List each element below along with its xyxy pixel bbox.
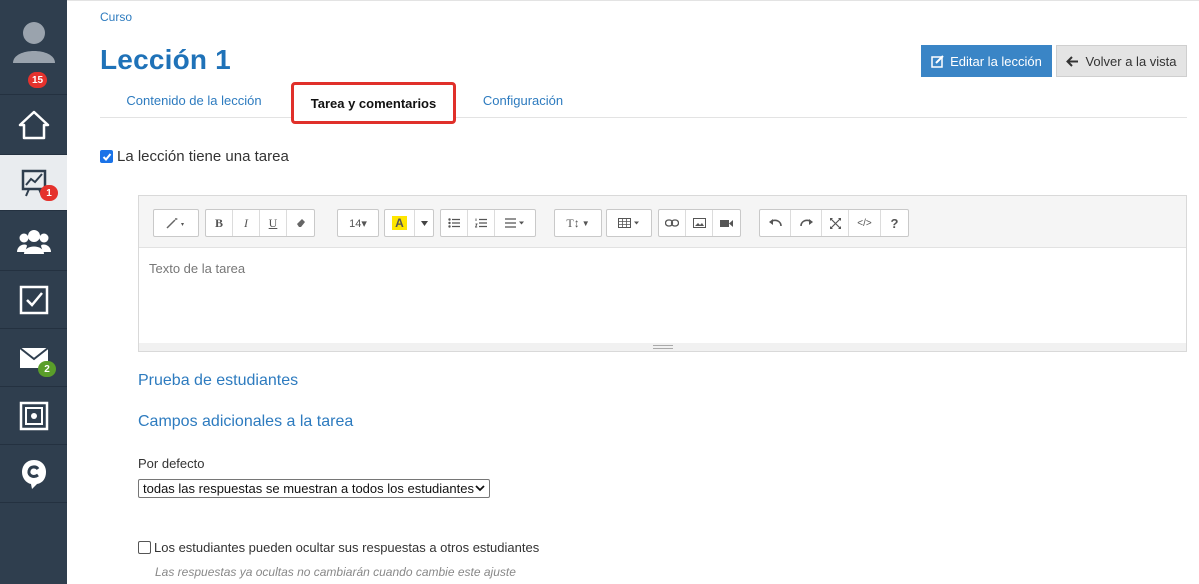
grip-icon bbox=[652, 345, 673, 349]
link-icon bbox=[665, 219, 679, 227]
sidebar-item-home[interactable] bbox=[0, 95, 67, 155]
check-icon bbox=[102, 152, 111, 161]
sidebar: 15 1 2 bbox=[0, 0, 67, 584]
back-to-view-button[interactable]: Volver a la vista bbox=[1056, 45, 1187, 77]
eraser-icon bbox=[296, 219, 305, 227]
avatar-icon bbox=[12, 22, 55, 63]
edit-lesson-button[interactable]: Editar la lección bbox=[921, 45, 1052, 77]
style-group bbox=[153, 209, 199, 237]
paragraph-group bbox=[440, 209, 536, 237]
breadcrumb[interactable]: Curso bbox=[100, 10, 132, 24]
lesson-tabs: Contenido de la lección Tarea y comentar… bbox=[100, 82, 1187, 124]
users-icon bbox=[16, 229, 51, 254]
default-visibility-select[interactable]: todas las respuestas se muestran a todos… bbox=[138, 479, 490, 498]
task-text-area[interactable]: Texto de la tarea bbox=[139, 248, 1186, 344]
chevron-down-icon bbox=[475, 485, 485, 492]
extra-fields-link[interactable]: Campos adicionales a la tarea bbox=[138, 413, 353, 431]
insert-group bbox=[658, 209, 741, 237]
edit-lesson-label: Editar la lección bbox=[950, 53, 1042, 69]
link-button[interactable] bbox=[659, 210, 686, 236]
caret-down-icon: ▼ bbox=[581, 218, 590, 228]
tab-task-comments[interactable]: Tarea y comentarios bbox=[291, 82, 456, 124]
page-title: Lección 1 bbox=[100, 44, 231, 75]
caret-down-icon bbox=[420, 220, 428, 226]
task-editor: B I U 14▾ A T↕ ▼ </> ? Texto de la tarea bbox=[138, 195, 1187, 352]
undo-button[interactable] bbox=[760, 210, 791, 236]
line-height-group: T↕ ▼ bbox=[554, 209, 602, 237]
table-dropdown[interactable] bbox=[607, 210, 651, 236]
image-icon bbox=[692, 218, 706, 228]
align-icon bbox=[505, 218, 524, 228]
tab-settings[interactable]: Configuración bbox=[473, 82, 573, 118]
sidebar-profile[interactable]: 15 bbox=[0, 0, 67, 95]
line-height-dropdown[interactable]: T↕ ▼ bbox=[555, 210, 601, 236]
magic-wand-icon bbox=[166, 218, 184, 229]
task-text-placeholder: Texto de la tarea bbox=[149, 261, 246, 276]
history-group: </> ? bbox=[759, 209, 909, 237]
eraser-button[interactable] bbox=[287, 210, 314, 236]
hide-answers-note: Las respuestas ya ocultas no cambiarán c… bbox=[155, 565, 516, 579]
default-label: Por defecto bbox=[138, 456, 205, 471]
italic-button[interactable]: I bbox=[233, 210, 260, 236]
hide-answers-row: Los estudiantes pueden ocultar sus respu… bbox=[138, 540, 539, 555]
font-size-dropdown[interactable]: 14▾ bbox=[338, 210, 378, 236]
undo-icon bbox=[768, 218, 782, 226]
code-view-button[interactable]: </> bbox=[849, 210, 881, 236]
courses-badge: 1 bbox=[40, 185, 58, 201]
line-height-label: T↕ bbox=[566, 215, 580, 230]
brand-logo-icon bbox=[21, 459, 46, 489]
ordered-list-button[interactable] bbox=[468, 210, 495, 236]
sidebar-item-courses[interactable]: 1 bbox=[0, 155, 67, 211]
format-group: B I U bbox=[205, 209, 315, 237]
has-task-checkbox[interactable] bbox=[100, 150, 113, 163]
table-group bbox=[606, 209, 652, 237]
redo-button[interactable] bbox=[791, 210, 822, 236]
sidebar-item-vault[interactable] bbox=[0, 387, 67, 445]
messages-badge: 2 bbox=[38, 361, 56, 377]
highlight-button[interactable]: A bbox=[385, 210, 415, 236]
notification-badge: 15 bbox=[28, 72, 48, 88]
video-icon bbox=[720, 219, 733, 227]
tab-lesson-content[interactable]: Contenido de la lección bbox=[110, 82, 278, 118]
has-task-label: La lección tiene una tarea bbox=[117, 148, 289, 165]
top-border bbox=[67, 0, 1199, 1]
sidebar-item-groups[interactable] bbox=[0, 211, 67, 271]
list-ordered-icon bbox=[475, 218, 487, 228]
fullscreen-button[interactable] bbox=[822, 210, 849, 236]
has-task-row: La lección tiene una tarea bbox=[100, 148, 289, 165]
student-test-link[interactable]: Prueba de estudiantes bbox=[138, 372, 298, 390]
list-bullet-icon bbox=[448, 218, 460, 228]
safe-icon bbox=[19, 401, 48, 430]
home-icon bbox=[18, 110, 49, 139]
underline-button[interactable]: U bbox=[260, 210, 287, 236]
color-group: A bbox=[384, 209, 434, 237]
back-to-view-label: Volver a la vista bbox=[1085, 53, 1177, 69]
highlight-dropdown-button[interactable] bbox=[415, 210, 433, 236]
magic-style-button[interactable] bbox=[154, 210, 198, 236]
arrow-left-icon bbox=[1066, 55, 1079, 67]
image-button[interactable] bbox=[686, 210, 713, 236]
sidebar-item-tasks[interactable] bbox=[0, 271, 67, 329]
default-visibility-value: todas las respuestas se muestran a todos… bbox=[143, 481, 474, 496]
resize-handle[interactable] bbox=[139, 343, 1186, 351]
fullscreen-icon bbox=[829, 217, 841, 229]
align-dropdown[interactable] bbox=[495, 210, 535, 236]
editor-toolbar: B I U 14▾ A T↕ ▼ </> ? bbox=[139, 196, 1186, 248]
redo-icon bbox=[799, 218, 813, 226]
sidebar-item-messages[interactable]: 2 bbox=[0, 329, 67, 387]
bold-button[interactable]: B bbox=[206, 210, 233, 236]
checkbox-icon bbox=[19, 285, 48, 314]
unordered-list-button[interactable] bbox=[441, 210, 468, 236]
hide-answers-checkbox[interactable] bbox=[138, 541, 151, 554]
font-size-group: 14▾ bbox=[337, 209, 379, 237]
hide-answers-label: Los estudiantes pueden ocultar sus respu… bbox=[154, 540, 540, 555]
help-button[interactable]: ? bbox=[881, 210, 908, 236]
table-icon bbox=[618, 218, 639, 228]
video-button[interactable] bbox=[713, 210, 740, 236]
sidebar-item-brand[interactable] bbox=[0, 445, 67, 503]
edit-icon bbox=[931, 54, 944, 68]
highlight-label: A bbox=[392, 216, 407, 230]
